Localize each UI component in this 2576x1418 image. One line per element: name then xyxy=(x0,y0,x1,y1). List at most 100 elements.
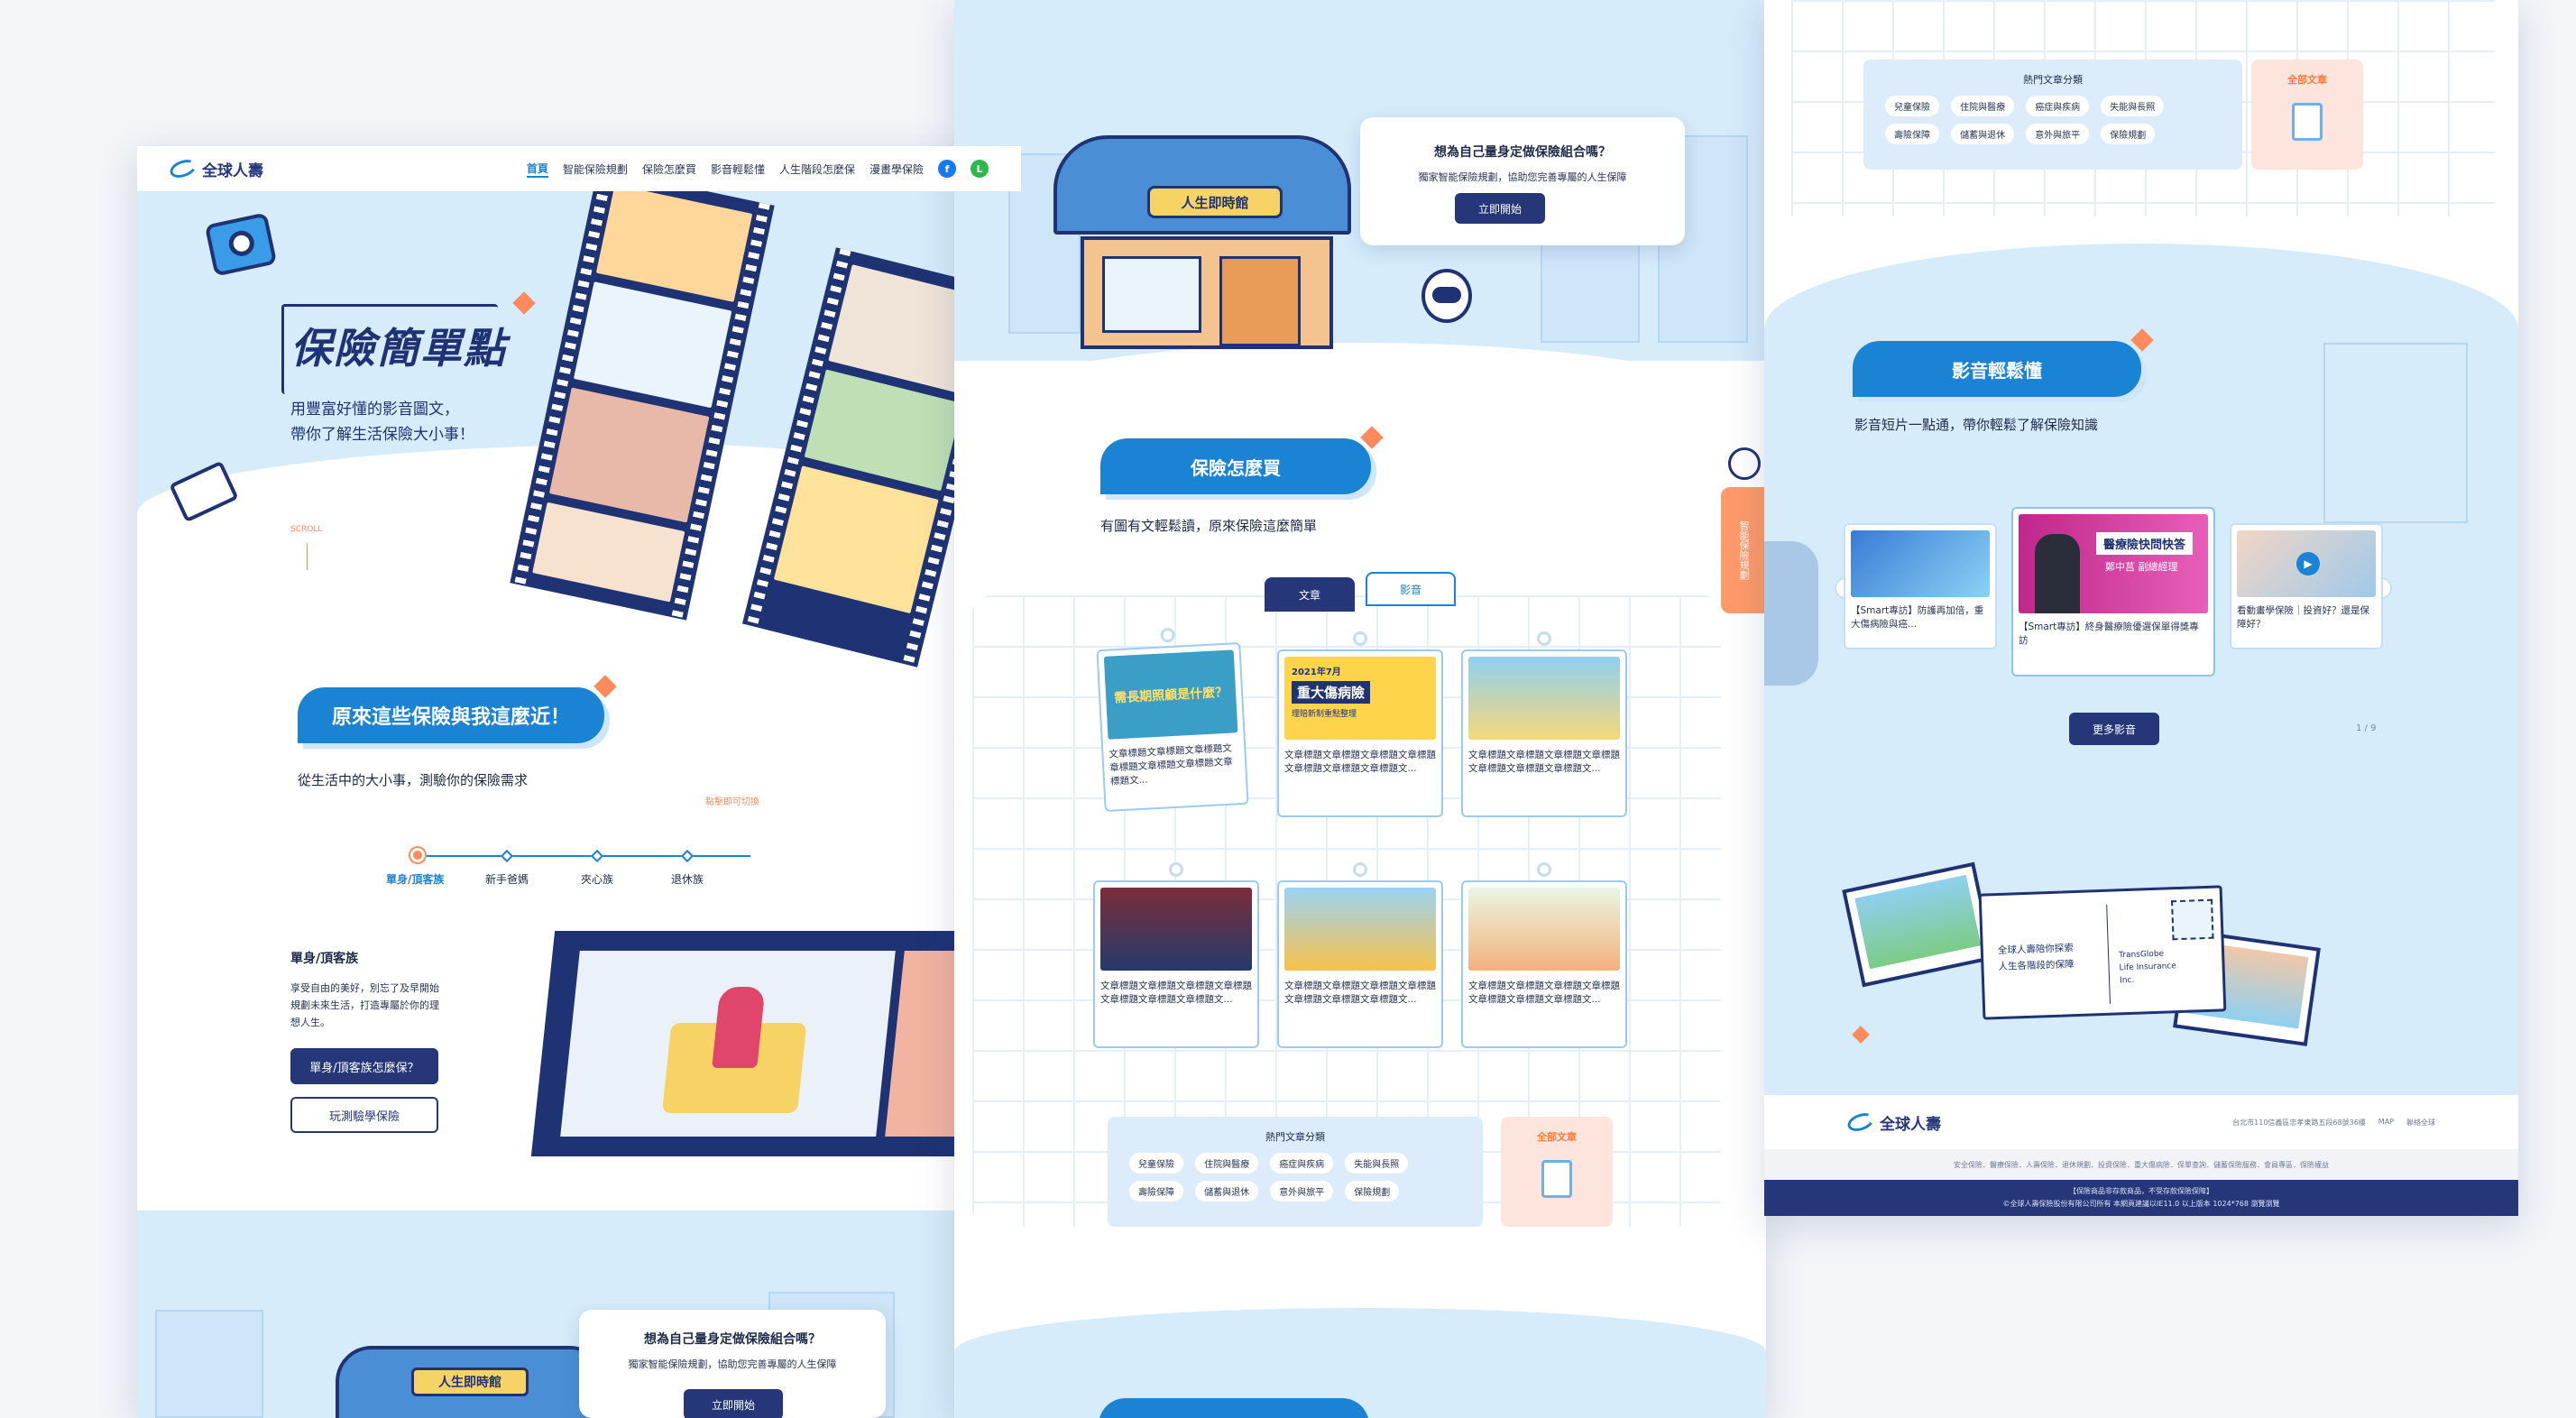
stage-tab-parents[interactable]: 新手爸媽 xyxy=(485,871,529,887)
all-articles-button[interactable]: 全部文章 xyxy=(1501,1117,1613,1227)
postcard-text: 全球人壽陪你探索 人生各階段的保障 xyxy=(1998,940,2075,975)
category-chip[interactable]: 癌症與疾病 xyxy=(1270,1153,1334,1174)
category-chip[interactable]: 壽險保障 xyxy=(1129,1181,1183,1202)
scroll-hint[interactable]: SCROLL xyxy=(290,525,322,534)
footer-copyright: ©全球人壽保險股份有限公司所有 本網頁建議以IE11.0 以上版本 1024*7… xyxy=(2002,1200,2280,1208)
category-chip[interactable]: 保險規劃 xyxy=(1345,1181,1400,1202)
footer-logo[interactable]: 全球人壽 xyxy=(1845,1110,1941,1135)
store-roof-illustration: 人生即時館 xyxy=(1053,135,1351,235)
service-link[interactable]: 聯絡全球 xyxy=(2406,1118,2435,1128)
footer-contact: 台北市110信義區忠孝東路五段68號36樓 MAP 聯絡全球 xyxy=(2232,1118,2435,1128)
nav-item-video[interactable]: 影音輕鬆懂 xyxy=(711,161,765,177)
nav-menu: 首頁 智能保險規劃 保險怎麼買 影音輕鬆懂 人生階段怎麼保 漫畫學保險 f L xyxy=(526,160,989,178)
nav-item-home[interactable]: 首頁 xyxy=(526,161,548,178)
stage-tab-retired[interactable]: 退休族 xyxy=(671,871,704,887)
stage-tab-sandwich[interactable]: 夾心族 xyxy=(581,871,613,887)
postcard: 全球人壽陪你探索 人生各階段的保障 TransGlobe Life Insura… xyxy=(1978,885,2227,1020)
quiz-button[interactable]: 玩測驗學保險 xyxy=(290,1097,438,1133)
logo-text: 全球人壽 xyxy=(202,161,263,180)
stage-tab-single[interactable]: 單身/頂客族 xyxy=(386,871,444,887)
video-card[interactable]: 【Smart專訪】防護再加倍，重大傷病險與癌... xyxy=(1844,523,1997,649)
building-illustration xyxy=(155,1310,263,1418)
article-title: 文章標題文章標題文章標題文章標題文章標題文章標題文章標題文... xyxy=(1468,981,1620,1005)
stage-marker[interactable] xyxy=(680,849,695,863)
carousel-pager: 1 / 9 xyxy=(2356,723,2377,733)
nav-item-comic[interactable]: 漫畫學保險 xyxy=(869,161,924,177)
postcard-divider xyxy=(2106,904,2111,1004)
article-card[interactable]: 文章標題文章標題文章標題文章標題文章標題文章標題文章標題文... xyxy=(1277,862,1443,1048)
category-chip[interactable]: 失能與長照 xyxy=(2101,96,2165,116)
category-chip[interactable]: 意外與旅平 xyxy=(1270,1181,1334,1202)
plan-start-button[interactable]: 立即開始 xyxy=(684,1389,783,1418)
stage-detail-line: 規劃未來生活，打造專屬於你的理 xyxy=(290,999,439,1011)
hot-categories-title: 熱門文章分類 xyxy=(1265,1131,1325,1143)
article-card[interactable]: 文章標題文章標題文章標題文章標題文章標題文章標題文章標題文... xyxy=(1461,862,1627,1048)
category-chip[interactable]: 兒童保險 xyxy=(1885,96,1939,116)
category-chip[interactable]: 住院與醫療 xyxy=(1195,1153,1259,1174)
accent-diamond xyxy=(593,675,617,698)
video-thumbnail: ▶ xyxy=(2237,530,2376,597)
category-chip[interactable]: 住院與醫療 xyxy=(1951,96,2015,116)
nav-item-how-buy[interactable]: 保險怎麼買 xyxy=(642,161,696,177)
category-chip[interactable]: 兒童保險 xyxy=(1129,1153,1183,1174)
tab-articles[interactable]: 文章 xyxy=(1265,577,1355,612)
video-thumbnail: 醫療險快問快答 鄭中莒 副總經理 xyxy=(2019,514,2208,613)
logo-icon xyxy=(1845,1110,1877,1135)
article-card[interactable]: 2021年7月 重大傷病險 理賠新制重點整理 文章標題文章標題文章標題文章標題文… xyxy=(1277,631,1443,817)
tab-videos[interactable]: 影音 xyxy=(1366,572,1456,606)
article-title: 文章標題文章標題文章標題文章標題文章標題文章標題文章標題文... xyxy=(1100,981,1252,1005)
category-chip[interactable]: 保險規劃 xyxy=(2101,124,2156,144)
facebook-icon[interactable]: f xyxy=(938,160,956,178)
article-thumbnail xyxy=(1100,888,1252,971)
postcard-address-line: Inc. xyxy=(2119,975,2135,986)
thumb-name: 鄭中莒 副總經理 xyxy=(2105,561,2178,573)
document-icon xyxy=(2292,103,2323,141)
pin-icon xyxy=(1537,631,1551,646)
stages-subtitle: 從生活中的大小事，測驗你的保險需求 xyxy=(298,772,529,788)
line-icon[interactable]: L xyxy=(971,160,989,178)
footer-address: 台北市110信義區忠孝東路五段68號36樓 xyxy=(2232,1118,2366,1127)
smart-plan-side-tab[interactable]: 智能保險規劃 xyxy=(1721,487,1766,613)
category-chip[interactable]: 癌症與疾病 xyxy=(2026,96,2090,116)
postcard-address-line: Life Insurance xyxy=(2119,962,2177,973)
stage-marker[interactable] xyxy=(590,849,604,863)
article-card[interactable]: 文章標題文章標題文章標題文章標題文章標題文章標題文章標題文... xyxy=(1461,631,1627,817)
stages-heading-text: 原來這些保險與我這麼近！ xyxy=(331,706,570,729)
stage-marker-active[interactable] xyxy=(410,848,425,862)
store-front-illustration xyxy=(1081,236,1333,349)
category-chip[interactable]: 儲蓄與退休 xyxy=(1951,124,2015,144)
stage-film-strip xyxy=(530,931,1021,1156)
logo-icon xyxy=(167,156,199,181)
video-card-featured[interactable]: 醫療險快問快答 鄭中莒 副總經理 【Smart專訪】終身醫療險優選保單得獎專訪 xyxy=(2011,507,2215,677)
all-articles-button[interactable]: 全部文章 xyxy=(2251,60,2363,170)
category-chip[interactable]: 壽險保障 xyxy=(1885,124,1939,144)
play-icon[interactable]: ▶ xyxy=(2296,552,2320,575)
stage-detail-line: 享受自由的美好，別忘了及早開始 xyxy=(290,982,439,994)
video-heading-text: 影音輕鬆懂 xyxy=(1952,359,2042,382)
nav-item-life-stage[interactable]: 人生階段怎麼保 xyxy=(779,161,855,177)
brand-logo[interactable]: 全球人壽 xyxy=(167,156,263,181)
plan-start-button[interactable]: 立即開始 xyxy=(1455,193,1545,224)
video-title: 【Smart專訪】終身醫療險優選保單得獎專訪 xyxy=(2019,622,2199,646)
stage-marker[interactable] xyxy=(500,849,514,863)
article-thumbnail xyxy=(1468,657,1620,740)
footer-links[interactable]: 安全保險．醫療保險．人壽保險．退休規劃．投資保險．重大傷病險．保單查詢．儲蓄保險… xyxy=(1764,1149,2518,1180)
video-subtitle: 影音短片一點通，帶你輕鬆了解保險知識 xyxy=(1854,417,2099,433)
top-navbar: 全球人壽 首頁 智能保險規劃 保險怎麼買 影音輕鬆懂 人生階段怎麼保 漫畫學保險… xyxy=(137,146,1021,191)
category-chip[interactable]: 儲蓄與退休 xyxy=(1195,1181,1259,1202)
nav-item-smart-plan[interactable]: 智能保險規劃 xyxy=(563,161,628,177)
video-card[interactable]: ▶ 看動畫學保險｜投資好？還是保障好？ xyxy=(2230,523,2383,649)
map-link[interactable]: MAP xyxy=(2378,1118,2394,1128)
article-card[interactable]: 文章標題文章標題文章標題文章標題文章標題文章標題文章標題文... xyxy=(1093,862,1259,1048)
next-heading-edge xyxy=(1099,1398,1369,1418)
thumb-caption: 醫療險快問快答 xyxy=(2096,532,2194,555)
single-plan-button[interactable]: 單身/頂客族怎麼保？ xyxy=(290,1048,438,1084)
category-chip[interactable]: 意外與旅平 xyxy=(2026,124,2090,144)
article-card[interactable]: 需長期照顧是什麼？ 文章標題文章標題文章標題文章標題文章標題文章標題文章標題文.… xyxy=(1096,627,1249,813)
hot-categories-title: 熱門文章分類 xyxy=(2023,74,2083,86)
more-videos-button[interactable]: 更多影音 xyxy=(2069,713,2159,745)
speaker-illustration xyxy=(2035,534,2080,613)
category-chip[interactable]: 失能與長照 xyxy=(1345,1153,1409,1174)
video-title: 【Smart專訪】防護再加倍，重大傷病險與癌... xyxy=(1851,605,1984,630)
footer-notice: 【保險商品非存款商品，不受存款保險保障】 xyxy=(2069,1187,2213,1195)
